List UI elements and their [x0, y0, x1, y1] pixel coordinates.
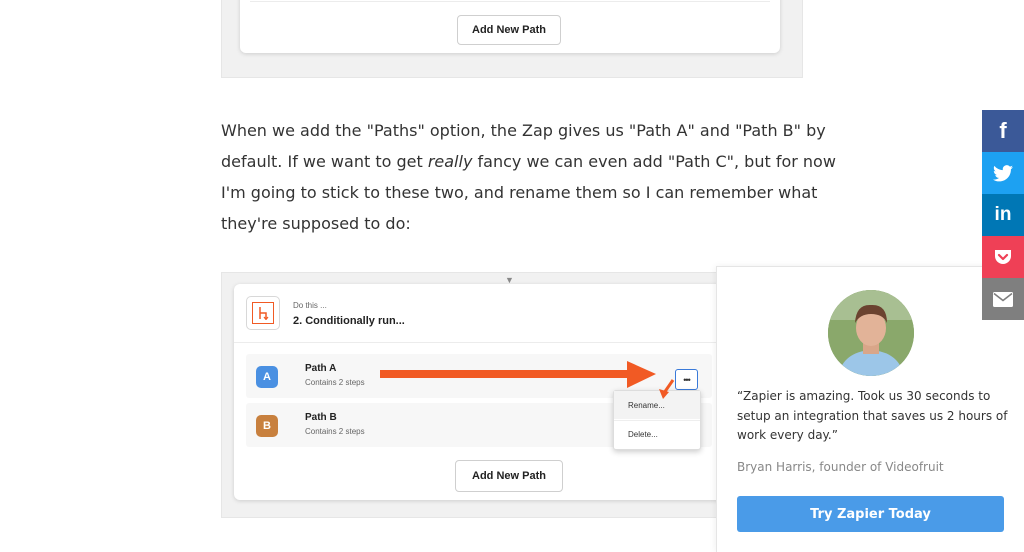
path-b-subtitle: Contains 2 steps [305, 427, 365, 436]
quote-line: “Zapier is amazing. Took us 30 seconds t… [737, 389, 991, 403]
paragraph-line-3: I'm going to stick to these two, and ren… [221, 183, 818, 202]
path-a-subtitle: Contains 2 steps [305, 378, 365, 387]
paths-card: Do this ... 2. Conditionally run... A Pa… [234, 284, 724, 500]
add-new-path-button[interactable]: Add New Path [457, 15, 561, 45]
avatar [828, 290, 914, 376]
path-b-badge: B [256, 415, 278, 437]
menu-item-delete[interactable]: Delete... [614, 420, 700, 448]
share-pocket-button[interactable] [982, 236, 1024, 278]
article-paragraph: When we add the "Paths" option, the Zap … [221, 115, 836, 239]
more-options-button[interactable]: ••• [675, 369, 698, 390]
zap-editor-screenshot: ▼ Do this ... 2. Conditionally run... A … [221, 272, 724, 518]
try-zapier-button[interactable]: Try Zapier Today [737, 496, 1004, 532]
paragraph-line-4: they're supposed to do: [221, 214, 411, 233]
share-linkedin-button[interactable]: in [982, 194, 1024, 236]
menu-item-rename[interactable]: Rename... [614, 391, 700, 419]
paragraph-emphasis: really [427, 152, 473, 171]
testimonial-quote: “Zapier is amazing. Took us 30 seconds t… [737, 387, 1009, 446]
paragraph-line-1: When we add the "Paths" option, the Zap … [221, 121, 826, 140]
share-email-button[interactable] [982, 278, 1024, 320]
paths-step-icon [246, 296, 280, 330]
person-photo [828, 290, 914, 376]
add-new-path-button-main[interactable]: Add New Path [455, 460, 563, 492]
step-title: 2. Conditionally run... [293, 315, 405, 327]
paragraph-line-2a: default. If we want to get [221, 152, 428, 171]
branch-icon [259, 307, 269, 320]
testimonial-attribution: Bryan Harris, founder of Videofruit [737, 460, 944, 474]
path-b-name: Path B [305, 412, 337, 423]
share-bar: f in [982, 110, 1024, 320]
facebook-icon: f [999, 118, 1007, 143]
path-options-menu: Rename... Delete... [613, 390, 701, 450]
quote-line: work every day.” [737, 428, 838, 442]
step-label: Do this ... [293, 301, 327, 310]
path-a-badge: A [256, 366, 278, 388]
path-a-name: Path A [305, 363, 337, 374]
divider [250, 1, 770, 2]
testimonial-panel: “Zapier is amazing. Took us 30 seconds t… [716, 266, 1024, 552]
pocket-icon [995, 250, 1011, 264]
linkedin-icon: in [994, 204, 1012, 225]
quote-line: setup an integration that saves us 2 hou… [737, 408, 1008, 423]
paragraph-line-2b: fancy we can even add "Path C", but for … [472, 152, 836, 171]
top-card: Add New Path [240, 0, 780, 53]
share-twitter-button[interactable] [982, 152, 1024, 194]
email-icon [993, 291, 1013, 307]
top-screenshot: Add New Path [221, 0, 803, 78]
card-divider [234, 342, 724, 343]
share-facebook-button[interactable]: f [982, 110, 1024, 152]
twitter-icon [993, 164, 1013, 181]
